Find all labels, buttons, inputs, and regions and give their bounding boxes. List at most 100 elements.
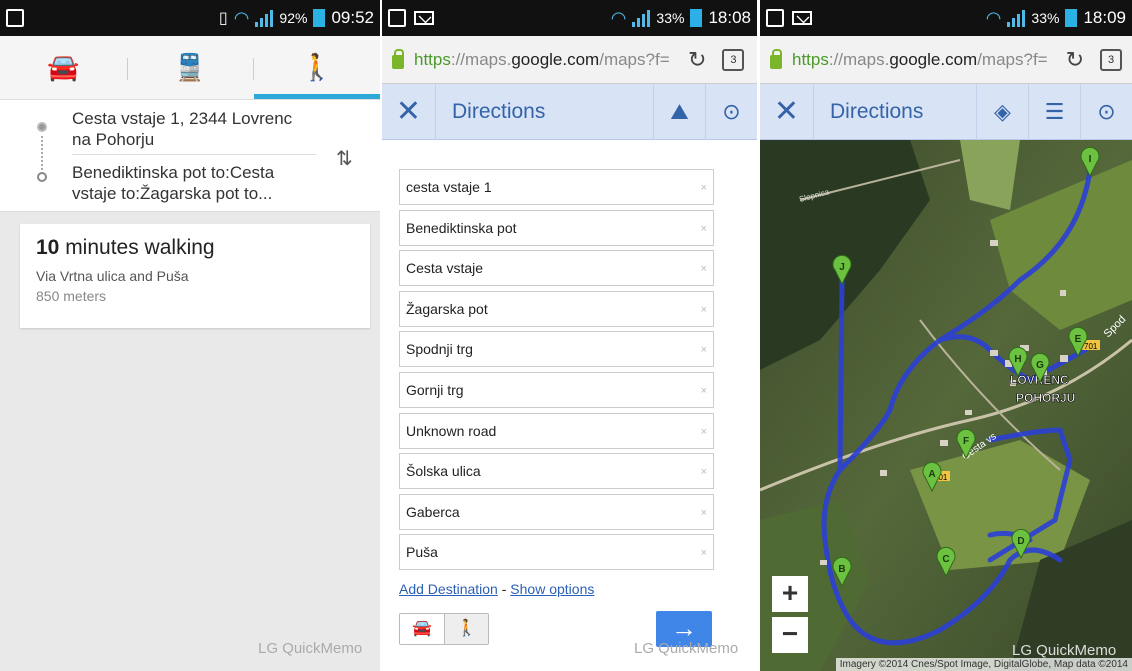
zoom-out-button[interactable]: − [772,617,808,653]
tab-transit[interactable]: 🚆 [126,52,254,83]
battery-icon [313,9,326,27]
signal-icon [1007,9,1026,27]
transit-icon: 🚆 [173,52,207,82]
url-bar[interactable]: https://maps.google.com/maps?f= ↻ 3 [382,36,757,84]
destination-value: Šolska ulica [406,463,481,480]
map-canvas[interactable]: LOVRENC POHORJU Cesta vs Slepnica Spod 7… [760,140,1132,671]
car-mode-button[interactable]: 🚘 [400,614,444,644]
url-prefix: ://maps. [450,49,512,69]
destination-value: Gaberca [406,503,460,520]
url-path: /maps?f= [977,49,1048,69]
clear-icon[interactable]: × [701,263,707,275]
clear-icon[interactable]: × [701,466,707,478]
directions-form-screen: ◠ 33% 18:08 https://maps.google.com/maps… [382,0,757,671]
walking-directions-screen: ▯ ◠ 92% 09:52 🚘 🚆 🚶 Cesta vstaje 1, 2344… [0,0,380,671]
panel-divider [757,0,759,671]
lock-icon [392,48,404,69]
clear-icon[interactable]: × [701,507,707,519]
clear-icon[interactable]: × [701,426,707,438]
result-distance: 850 meters [36,288,107,304]
map-view-icon[interactable]: ⛰ [653,83,705,140]
watermark: LG QuickMemo [1012,642,1117,659]
tabs-count-icon[interactable]: 3 [722,48,745,71]
satellite-map[interactable]: LOVRENC POHORJU Cesta vs Slepnica Spod 7… [760,140,1132,671]
close-icon[interactable]: ✕ [760,83,814,140]
clock: 18:09 [1083,8,1126,27]
status-bar: ▯ ◠ 92% 09:52 [0,0,380,36]
tab-car[interactable]: 🚘 [0,52,127,83]
my-location-icon[interactable]: ◈ [976,83,1028,140]
destination-field[interactable]: Unknown road × [399,412,714,449]
url-domain: google.com [889,49,978,69]
show-options-link[interactable]: Show options [510,581,594,597]
signal-icon [632,9,651,27]
tab-walk[interactable]: 🚶 [253,52,380,83]
car-icon: 🚘 [412,620,432,637]
url-path: /maps?f= [599,49,670,69]
zoom-in-button[interactable]: + [772,576,808,612]
clear-icon[interactable]: × [701,385,707,397]
tabs-count-icon[interactable]: 3 [1100,48,1122,71]
battery-percent: 33% [656,10,685,26]
clear-icon[interactable]: × [701,223,707,235]
status-bar: ◠ 33% 18:08 [382,0,757,36]
divider [72,154,316,155]
wifi-icon: ◠ [610,7,627,28]
walk-mode-button[interactable]: 🚶 [444,614,488,644]
route-connector [41,136,43,170]
watermark: LG QuickMemo [258,640,363,657]
destination-field[interactable]: Gornji trg × [399,371,714,408]
battery-percent: 33% [1031,10,1060,26]
clear-icon[interactable]: × [701,547,707,559]
battery-icon [1065,9,1078,27]
clock: 18:08 [708,8,751,27]
destination-value: Žagarska pot [406,300,488,317]
result-via: Via Vrtna ulica and Puša [36,268,189,284]
result-minutes: 10 [36,236,60,259]
destination-field[interactable]: Gaberca × [399,493,714,530]
url-domain: google.com [511,49,600,69]
destination-field[interactable]: cesta vstaje 1 × [399,169,714,205]
destination-field[interactable]: Žagarska pot × [399,290,714,327]
url-bar[interactable]: https://maps.google.com/maps?f= ↻ 3 [760,36,1132,84]
route-result-card[interactable]: 10 minutes walking Via Vrtna ulica and P… [20,224,370,328]
more-options-icon[interactable]: ⊙ [1080,83,1132,140]
swap-icon[interactable]: ⇅ [336,146,353,171]
origin-field[interactable]: Cesta vstaje 1, 2344 Lovrenc na Pohorju [72,108,312,150]
reload-icon[interactable]: ↻ [1066,47,1084,73]
status-bar: ◠ 33% 18:09 [760,0,1132,36]
close-icon[interactable]: ✕ [382,83,436,140]
destination-value: Benediktinska pot [406,219,517,236]
marker-label: H [1014,354,1021,365]
clear-icon[interactable]: × [701,344,707,356]
route-endpoints: Cesta vstaje 1, 2344 Lovrenc na Pohorju … [0,100,380,212]
page-title: Directions [830,99,924,123]
clock: 09:52 [331,8,374,27]
destination-field[interactable]: Šolska ulica × [399,453,714,490]
destination-field[interactable]: Puša × [399,534,714,571]
wifi-icon: ◠ [233,7,250,28]
url-text[interactable]: https://maps.google.com/maps?f= [792,50,1062,70]
watermark: LG QuickMemo [634,640,739,657]
battery-icon [690,9,703,27]
more-options-icon[interactable]: ⊙ [705,83,757,140]
link-separator: - [497,581,511,597]
destination-field[interactable]: Benediktinska pot × [399,209,714,246]
marker-label: G [1036,360,1044,371]
reload-icon[interactable]: ↻ [688,47,706,73]
destination-dot-icon [37,172,47,182]
page-title: Directions [452,99,546,123]
destination-field[interactable]: Benediktinska pot to:Cesta vstaje to:Žag… [72,162,312,204]
result-title: 10 minutes walking [36,236,354,260]
phone-rotate-icon: ▯ [218,10,228,27]
directions-app-bar: ✕ Directions ⛰ ⊙ [382,83,757,140]
url-text[interactable]: https://maps.google.com/maps?f= [414,50,684,70]
clear-icon[interactable]: × [701,182,707,194]
clear-icon[interactable]: × [701,304,707,316]
destination-field[interactable]: Spodnji trg × [399,331,714,368]
list-view-icon[interactable]: ☰ [1028,83,1080,140]
destination-value: Puša [406,544,438,561]
destination-field[interactable]: Cesta vstaje × [399,250,714,287]
add-destination-link[interactable]: Add Destination [399,581,498,597]
destination-value: cesta vstaje 1 [406,179,492,195]
